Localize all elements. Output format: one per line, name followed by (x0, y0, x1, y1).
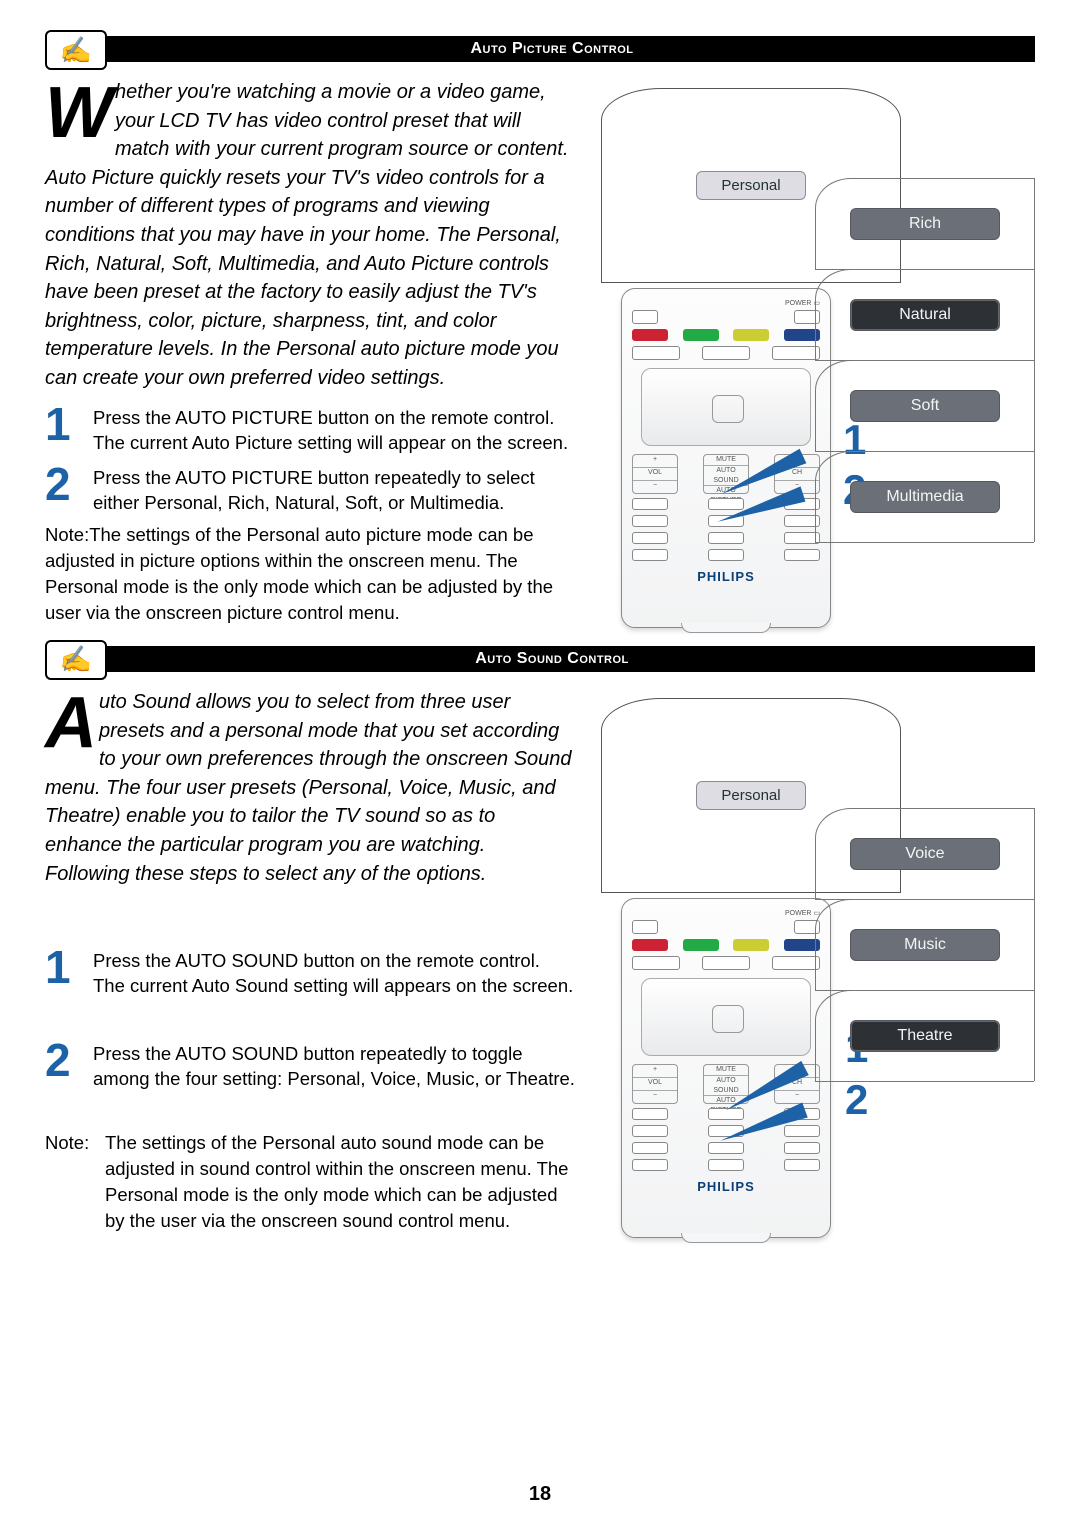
remote-button (772, 346, 820, 360)
option-theatre: Theatre (850, 1020, 1000, 1052)
remote-button (632, 920, 658, 934)
color-button-red (632, 329, 668, 341)
remote-button (632, 1108, 668, 1120)
step-text: Press the AUTO PICTURE button repeatedly… (93, 461, 575, 516)
remote-button (702, 346, 750, 360)
step-1: 1 Press the AUTO PICTURE button on the r… (45, 401, 575, 456)
remote-button (632, 1142, 668, 1154)
dropcap: A (45, 688, 99, 753)
section-header-picture: Auto Picture Control ✍ (45, 30, 1035, 70)
dropcap: W (45, 78, 115, 143)
remote-button (784, 549, 820, 561)
remote-button (632, 515, 668, 527)
step-1: 1 Press the AUTO SOUND button on the rem… (45, 944, 575, 999)
note-icon: ✍ (45, 30, 107, 70)
option-soft: Soft (850, 390, 1000, 422)
remote-button (702, 956, 750, 970)
step-number: 1 (45, 944, 75, 999)
note-label: Note: (45, 524, 89, 545)
step-text: Press the AUTO SOUND button on the remot… (93, 944, 575, 999)
option-natural: Natural (850, 299, 1000, 331)
volume-rocker: +VOL− (632, 454, 678, 494)
picture-intro: Whether you're watching a movie or a vid… (45, 78, 575, 393)
sound-intro: Auto Sound allows you to select from thr… (45, 688, 575, 888)
option-cell: Theatre (815, 990, 1034, 1082)
option-cell: Rich (815, 178, 1034, 270)
note-label: Note: (45, 1130, 89, 1156)
volume-rocker: +VOL− (632, 1064, 678, 1104)
picture-text-column: Whether you're watching a movie or a vid… (45, 78, 575, 626)
remote-button (708, 549, 744, 561)
sound-options: Voice Music Theatre (815, 808, 1035, 1081)
remote-button (632, 1125, 668, 1137)
dpad (641, 368, 811, 446)
note-icon: ✍ (45, 640, 107, 680)
picture-steps: 1 Press the AUTO PICTURE button on the r… (45, 401, 575, 517)
remote-button (632, 498, 668, 510)
step-text: Press the AUTO PICTURE button on the rem… (93, 401, 575, 456)
step-2: 2 Press the AUTO SOUND button repeatedly… (45, 1037, 575, 1092)
sound-note: Note: The settings of the Personal auto … (45, 1130, 575, 1234)
color-button-yellow (733, 329, 769, 341)
sound-content: Auto Sound allows you to select from thr… (45, 688, 1035, 1234)
section-title: Auto Picture Control (69, 36, 1035, 62)
remote-button (632, 549, 668, 561)
remote-button (784, 1125, 820, 1137)
page-number: 18 (0, 1483, 1080, 1506)
option-cell: Voice (815, 808, 1034, 900)
remote-brand: PHILIPS (632, 569, 820, 584)
picture-figure: Personal POWER ▭ +VOL− MUTEAUTO SOUNDAUT… (593, 78, 1035, 626)
option-cell: Natural (815, 269, 1034, 361)
color-button-green (683, 329, 719, 341)
color-button-yellow (733, 939, 769, 951)
figure-callout-2: 2 (845, 1076, 868, 1124)
remote-button (632, 1159, 668, 1171)
option-cell: Soft (815, 360, 1034, 452)
tv-onscreen-label: Personal (696, 781, 805, 810)
remote-button (708, 532, 744, 544)
option-voice: Voice (850, 838, 1000, 870)
remote-brand: PHILIPS (632, 1179, 820, 1194)
remote-button (772, 956, 820, 970)
picture-options: Rich Natural Soft Multimedia (815, 178, 1035, 542)
option-music: Music (850, 929, 1000, 961)
sound-figure: Personal POWER ▭ +VOL− MUTEAUTO SOUNDAUT… (593, 688, 1035, 1234)
section-title: Auto Sound Control (69, 646, 1035, 672)
remote-button (632, 310, 658, 324)
section-header-sound: Auto Sound Control ✍ (45, 640, 1035, 680)
remote-button (632, 532, 668, 544)
remote-button (784, 1142, 820, 1154)
color-button-green (683, 939, 719, 951)
remote-button (632, 346, 680, 360)
color-button-red (632, 939, 668, 951)
step-number: 2 (45, 461, 75, 516)
sound-text-column: Auto Sound allows you to select from thr… (45, 688, 575, 1234)
tv-onscreen-label: Personal (696, 171, 805, 200)
step-2: 2 Press the AUTO PICTURE button repeated… (45, 461, 575, 516)
sound-steps: 1 Press the AUTO SOUND button on the rem… (45, 944, 575, 1092)
step-number: 2 (45, 1037, 75, 1092)
remote-button (632, 956, 680, 970)
remote-button (708, 1159, 744, 1171)
option-cell: Music (815, 899, 1034, 991)
step-number: 1 (45, 401, 75, 456)
option-multimedia: Multimedia (850, 481, 1000, 513)
picture-note: Note:The settings of the Personal auto p… (45, 522, 575, 626)
option-rich: Rich (850, 208, 1000, 240)
dpad (641, 978, 811, 1056)
option-cell: Multimedia (815, 451, 1034, 543)
step-text: Press the AUTO SOUND button repeatedly t… (93, 1037, 575, 1092)
picture-content: Whether you're watching a movie or a vid… (45, 78, 1035, 626)
remote-button (784, 1159, 820, 1171)
